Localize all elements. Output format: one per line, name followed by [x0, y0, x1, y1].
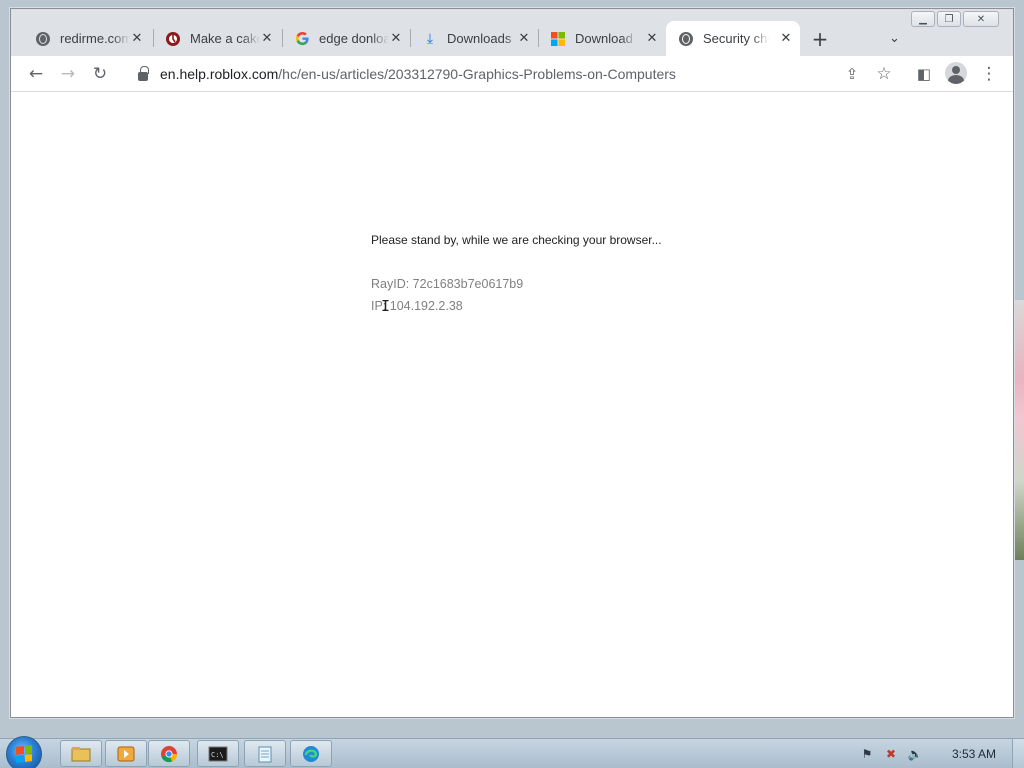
address-bar[interactable]: en.help.roblox.com/hc/en-us/articles/203… — [126, 60, 902, 88]
bookmark-star-icon[interactable]: ☆ — [871, 61, 897, 87]
tab-make-a-cake[interactable]: Make a cake ✕ — [153, 21, 281, 56]
profile-avatar[interactable] — [945, 62, 967, 84]
browser-window: ▁ ❐ ✕ redirme.com ✕ Make a cake ✕ edge d… — [10, 8, 1014, 718]
network-error-icon[interactable]: ✖ — [882, 745, 900, 763]
lock-icon[interactable] — [138, 66, 149, 81]
maximize-button[interactable]: ❐ — [937, 11, 961, 27]
volume-icon[interactable]: 🔈 — [906, 745, 924, 763]
url-text[interactable]: en.help.roblox.com/hc/en-us/articles/203… — [160, 66, 676, 82]
svg-text:C:\: C:\ — [211, 751, 224, 759]
tab-google-search[interactable]: edge donload ✕ — [282, 21, 410, 56]
tab-title: Downloads — [447, 31, 512, 46]
google-icon — [294, 31, 310, 47]
action-center-icon[interactable]: ⚑ — [858, 745, 876, 763]
globe-icon — [678, 31, 694, 47]
tab-redirme[interactable]: redirme.com ✕ — [23, 21, 151, 56]
tab-title: Security check — [703, 31, 769, 46]
close-icon[interactable]: ✕ — [778, 30, 794, 46]
ray-id: RayID: 72c1683b7e0617b9 — [371, 277, 524, 291]
back-arrow-icon[interactable]: ← — [23, 61, 49, 87]
standby-message: Please stand by, while we are checking y… — [371, 233, 662, 247]
reload-icon[interactable]: ↻ — [87, 61, 113, 87]
new-tab-button[interactable]: + — [807, 26, 833, 52]
close-icon[interactable]: ✕ — [644, 30, 660, 46]
close-icon[interactable]: ✕ — [259, 30, 275, 46]
tab-title: Make a cake — [190, 31, 260, 46]
close-icon[interactable]: ✕ — [516, 30, 532, 46]
command-prompt-icon[interactable]: C:\ — [197, 740, 239, 767]
minimize-button[interactable]: ▁ — [911, 11, 935, 27]
edge-icon[interactable] — [290, 740, 332, 767]
tab-download-microsoft[interactable]: Download Microsoft ✕ — [538, 21, 666, 56]
page-content: Please stand by, while we are checking y… — [11, 93, 1013, 717]
text-cursor-icon: I — [381, 297, 391, 315]
download-icon: ⤓ — [426, 30, 434, 47]
forward-arrow-icon[interactable]: → — [55, 61, 81, 87]
tab-security-check[interactable]: Security check ✕ — [666, 21, 800, 56]
start-button[interactable] — [6, 736, 42, 768]
windows-logo-icon — [16, 745, 32, 763]
notepad-icon[interactable] — [244, 740, 286, 767]
toolbar: ← → ↻ en.help.roblox.com/hc/en-us/articl… — [11, 56, 1013, 92]
taskbar: C:\ ⚑ ✖ 🔈 3:53 AM — [0, 736, 1024, 768]
tab-strip: ▁ ❐ ✕ redirme.com ✕ Make a cake ✕ edge d… — [11, 9, 1013, 56]
tab-title: redirme.com — [60, 31, 130, 46]
window-controls: ▁ ❐ ✕ — [911, 11, 999, 27]
share-icon[interactable]: ⇪ — [839, 61, 865, 87]
globe-icon — [35, 31, 51, 47]
tab-title: edge donload — [319, 31, 389, 46]
system-tray: ⚑ ✖ 🔈 3:53 AM — [858, 739, 1024, 768]
close-window-button[interactable]: ✕ — [963, 11, 999, 27]
side-panel-icon[interactable]: ◧ — [911, 61, 937, 87]
show-desktop-button[interactable] — [1012, 739, 1024, 768]
close-icon[interactable]: ✕ — [388, 30, 404, 46]
cake-site-icon — [165, 31, 181, 47]
tab-search-chevron-icon[interactable]: ⌄ — [889, 31, 903, 46]
file-explorer-icon[interactable] — [60, 740, 102, 767]
microsoft-icon — [550, 31, 566, 47]
tab-title: Download Microsoft — [575, 31, 637, 46]
clock[interactable]: 3:53 AM — [952, 747, 996, 761]
menu-kebab-icon[interactable]: ⋮ — [976, 61, 1002, 87]
chrome-icon[interactable] — [148, 740, 190, 767]
tab-downloads[interactable]: ⤓ Downloads ✕ — [410, 21, 538, 56]
close-icon[interactable]: ✕ — [129, 30, 145, 46]
media-player-icon[interactable] — [105, 740, 147, 767]
